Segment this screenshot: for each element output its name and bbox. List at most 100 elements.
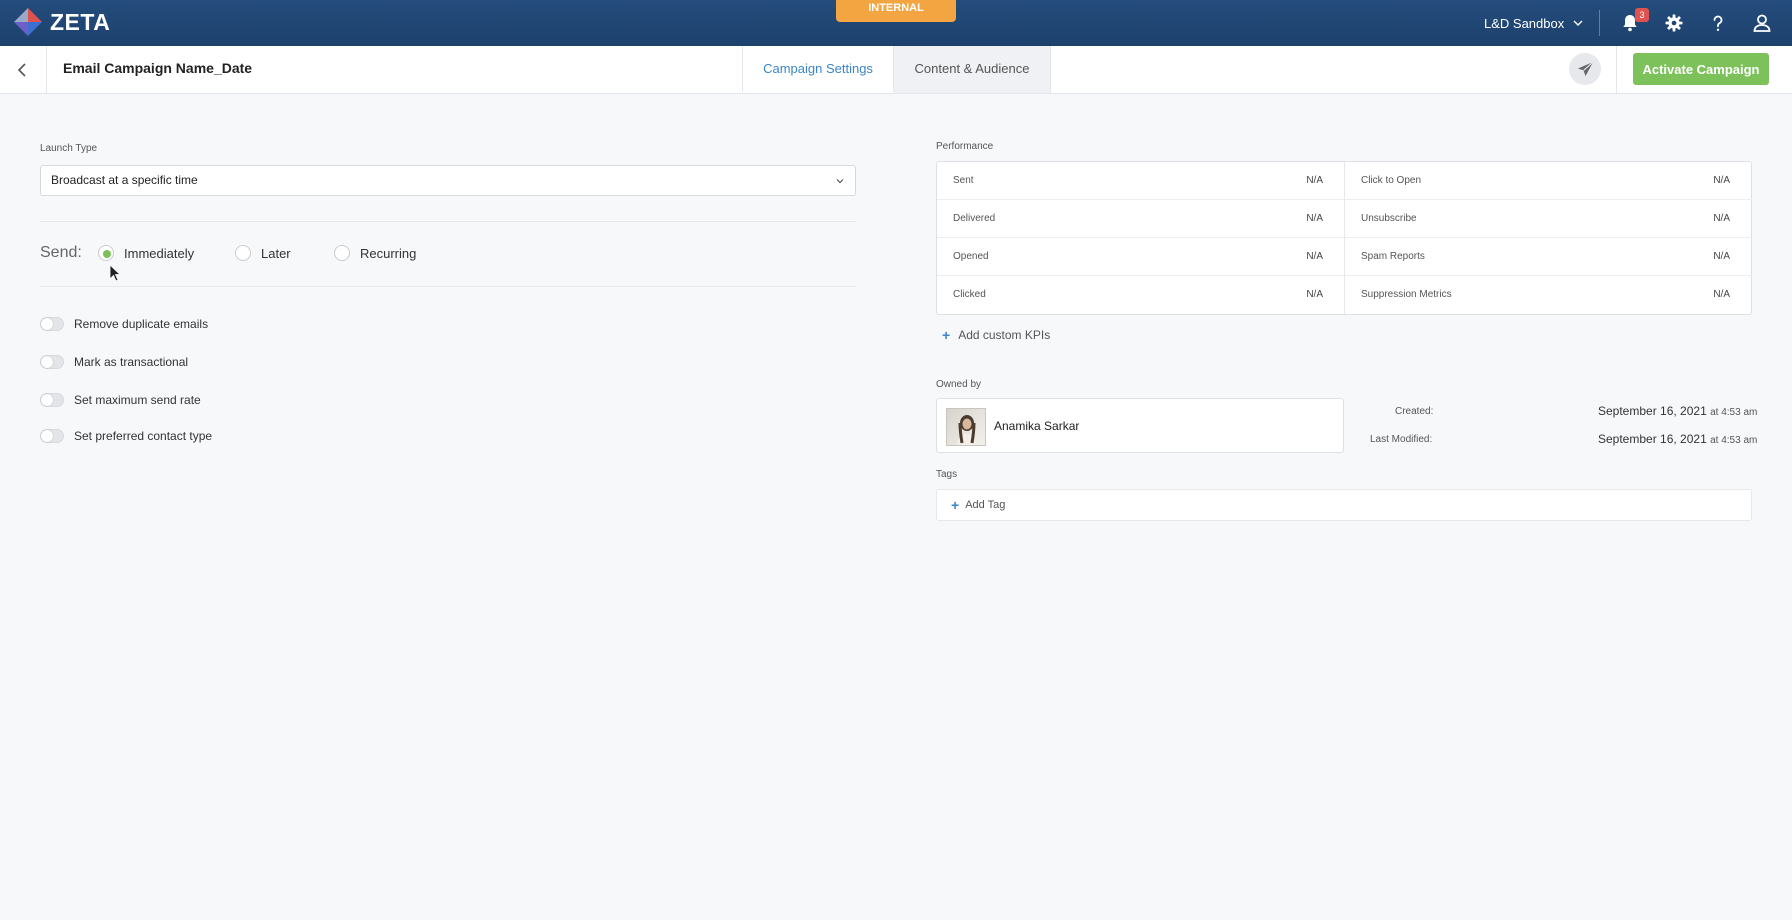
question-mark-icon [1713,15,1723,31]
workspace-switcher[interactable]: L&D Sandbox [1484,13,1584,33]
toggle-switch[interactable] [40,317,64,331]
metric-value: N/A [1306,213,1323,224]
radio-label: Later [261,245,291,261]
created-date-value: September 16, 2021 [1598,404,1707,418]
metric-value: N/A [1713,251,1730,262]
metric-name: Suppression Metrics [1361,289,1452,300]
metric-name: Click to Open [1361,175,1422,186]
back-button[interactable] [0,46,47,93]
metric-value: N/A [1306,289,1323,300]
performance-column-right: Click to Open N/A Unsubscribe N/A Spam R… [1344,162,1752,314]
created-date: September 16, 2021 at 4:53 am [1598,404,1757,418]
metric-name: Clicked [953,289,986,300]
chevron-down-icon [836,179,844,184]
help-button[interactable] [1706,11,1730,35]
metric-row: Opened N/A [937,238,1345,276]
owned-by-label: Owned by [936,379,982,390]
activate-campaign-button[interactable]: Activate Campaign [1633,53,1769,85]
performance-label: Performance [936,141,994,152]
plus-icon: + [951,497,960,513]
modified-date-value: September 16, 2021 [1598,432,1707,446]
user-profile-button[interactable] [1750,11,1774,35]
metric-name: Sent [953,175,974,186]
last-modified-date: September 16, 2021 at 4:53 am [1598,432,1757,446]
metric-value: N/A [1306,251,1323,262]
metric-row: Click to Open N/A [1345,162,1752,200]
plus-icon: + [942,327,951,343]
toggle-switch[interactable] [40,393,64,407]
radio-selected-icon [98,245,114,261]
metric-name: Delivered [953,213,996,224]
user-icon [1753,14,1771,32]
metric-row: Clicked N/A [937,276,1345,314]
send-label: Send: [40,244,82,261]
campaign-title: Email Campaign Name_Date [63,60,253,76]
metric-row: Delivered N/A [937,200,1345,238]
mouse-cursor-icon [109,264,121,282]
toggle-switch[interactable] [40,355,64,369]
top-nav-bar: ZETA INTERNAL L&D Sandbox 3 [0,0,1792,46]
max-send-rate-toggle[interactable]: Set maximum send rate [40,393,201,407]
metric-name: Unsubscribe [1361,213,1417,224]
avatar [946,408,986,446]
divider [40,221,856,222]
last-modified-label: Last Modified: [1370,434,1433,445]
avatar-person-icon [957,415,977,445]
toggle-label: Set preferred contact type [74,429,213,443]
paper-plane-icon [1577,61,1593,76]
tags-field[interactable]: + Add Tag [936,489,1752,521]
nav-divider [1599,10,1600,36]
divider [40,286,856,287]
add-kpi-label: Add custom KPIs [958,328,1051,342]
launch-type-value: Broadcast at a specific time [51,173,198,187]
radio-label: Immediately [124,245,195,261]
launch-type-label: Launch Type [40,143,98,154]
preferred-contact-toggle[interactable]: Set preferred contact type [40,429,212,443]
add-tag-label: Add Tag [965,499,1006,511]
metric-value: N/A [1713,213,1730,224]
metric-value: N/A [1713,289,1730,300]
performance-table: Sent N/A Delivered N/A Opened N/A Clicke… [936,161,1752,315]
brand-name: ZETA [50,8,111,35]
metric-name: Spam Reports [1361,251,1425,262]
send-later-radio[interactable]: Later [235,245,291,261]
tags-label: Tags [936,469,958,480]
settings-button[interactable] [1662,11,1686,35]
send-test-button[interactable] [1569,53,1601,85]
metric-row: Spam Reports N/A [1345,238,1752,276]
notification-count-badge: 3 [1635,8,1649,22]
tab-campaign-settings[interactable]: Campaign Settings [742,46,894,93]
radio-unselected-icon [235,245,251,261]
remove-duplicates-toggle[interactable]: Remove duplicate emails [40,317,208,331]
launch-type-select[interactable]: Broadcast at a specific time [40,165,856,196]
campaign-header: Email Campaign Name_Date Campaign Settin… [0,46,1792,94]
send-recurring-radio[interactable]: Recurring [334,245,416,261]
radio-label: Recurring [360,245,417,261]
gear-icon [1665,14,1683,32]
send-immediately-radio[interactable]: Immediately [98,245,194,261]
toggle-label: Mark as transactional [74,355,189,369]
chevron-down-icon [1573,20,1583,26]
owner-name: Anamika Sarkar [994,419,1080,433]
tab-content-audience[interactable]: Content & Audience [894,46,1051,93]
metric-name: Opened [953,251,989,262]
header-divider [1616,46,1617,93]
created-time-value: at 4:53 am [1710,407,1758,418]
owner-card[interactable]: Anamika Sarkar [936,398,1344,453]
mark-transactional-toggle[interactable]: Mark as transactional [40,355,188,369]
metric-row: Suppression Metrics N/A [1345,276,1752,314]
add-custom-kpis-link[interactable]: + Add custom KPIs [942,327,1050,343]
toggle-switch[interactable] [40,429,64,443]
environment-badge: INTERNAL [836,0,956,22]
metric-value: N/A [1306,175,1323,186]
radio-unselected-icon [334,245,350,261]
created-label: Created: [1395,406,1434,417]
metric-row: Sent N/A [937,162,1345,200]
performance-column-left: Sent N/A Delivered N/A Opened N/A Clicke… [937,162,1345,314]
modified-time-value: at 4:53 am [1710,435,1758,446]
zeta-logo[interactable]: ZETA [12,6,110,38]
metric-value: N/A [1713,175,1730,186]
metric-row: Unsubscribe N/A [1345,200,1752,238]
workspace-name: L&D Sandbox [1484,15,1565,31]
chevron-left-icon [17,62,26,77]
